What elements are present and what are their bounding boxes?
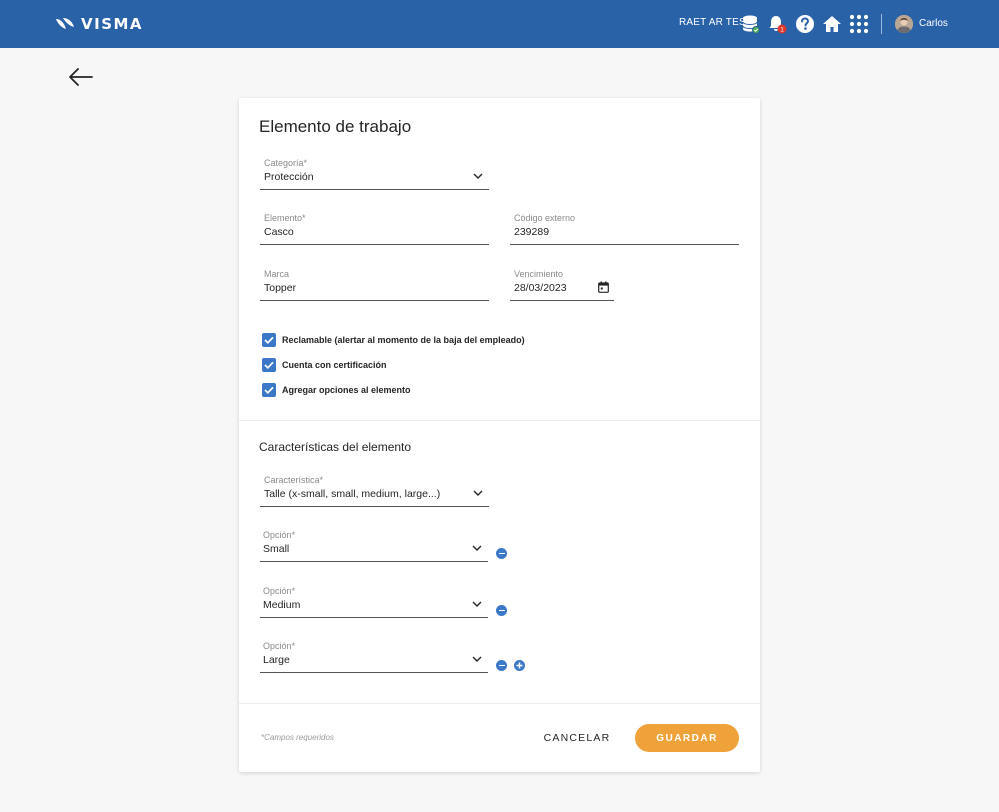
plus-icon	[516, 662, 523, 669]
option-label: Opción*	[263, 586, 296, 596]
database-icon[interactable]	[740, 13, 762, 35]
visma-logo-icon	[56, 18, 74, 29]
chevron-down-icon	[472, 545, 482, 551]
arrow-left-icon	[69, 68, 93, 86]
apps-grid-icon[interactable]	[848, 13, 870, 35]
option-label: Opción*	[263, 530, 296, 540]
header-divider	[881, 14, 882, 34]
checkmark-icon	[264, 336, 274, 344]
chevron-down-icon	[472, 656, 482, 662]
expiry-label: Vencimiento	[514, 269, 564, 279]
chevron-down-icon	[473, 490, 483, 496]
characteristic-value: Talle (x-small, small, medium, large...)	[264, 488, 441, 500]
cancel-button[interactable]: CANCELAR	[539, 726, 615, 750]
back-button[interactable]	[68, 66, 94, 88]
add-options-checkbox-row[interactable]: Agregar opciones al elemento	[262, 383, 411, 397]
option-value: Medium	[263, 599, 301, 611]
category-label: Categoría*	[264, 158, 308, 168]
help-icon[interactable]	[794, 13, 816, 35]
add-options-checkbox[interactable]	[262, 383, 276, 397]
external-code-value: 239289	[514, 226, 550, 238]
minus-icon	[498, 609, 505, 612]
checkmark-icon	[264, 361, 274, 369]
form-title: Elemento de trabajo	[259, 117, 412, 136]
brand-field[interactable]: Marca Topper	[260, 269, 489, 301]
category-select[interactable]: Categoría* Protección	[260, 158, 489, 190]
user-avatar-icon	[895, 15, 913, 33]
user-avatar[interactable]	[895, 15, 913, 33]
remove-option-button[interactable]	[496, 660, 507, 671]
remove-option-button[interactable]	[496, 605, 507, 616]
option-select-large[interactable]: Opción* Large	[260, 641, 488, 673]
home-icon[interactable]	[821, 13, 843, 35]
certification-checkbox[interactable]	[262, 358, 276, 372]
characteristic-select[interactable]: Característica* Talle (x-small, small, m…	[260, 475, 489, 507]
certification-checkbox-row[interactable]: Cuenta con certificación	[262, 358, 387, 372]
option-select-small[interactable]: Opción* Small	[260, 530, 488, 562]
claimable-checkbox-label: Reclamable (alertar al momento de la baj…	[282, 335, 525, 345]
required-fields-note: *Campos requeridos	[261, 733, 334, 742]
option-value: Large	[263, 654, 290, 666]
external-code-field[interactable]: Código externo 239289	[510, 213, 739, 245]
chevron-down-icon	[473, 173, 483, 179]
minus-icon	[498, 664, 505, 667]
option-select-medium[interactable]: Opción* Medium	[260, 586, 488, 618]
footer-divider	[239, 703, 760, 704]
claimable-checkbox-row[interactable]: Reclamable (alertar al momento de la baj…	[262, 333, 525, 347]
remove-option-button[interactable]	[496, 548, 507, 559]
characteristics-section-title: Características del elemento	[259, 440, 412, 454]
external-code-label: Código externo	[514, 213, 576, 223]
characteristic-label: Característica*	[264, 475, 324, 485]
category-value: Protección	[264, 171, 314, 183]
add-option-button[interactable]	[514, 660, 525, 671]
section-divider	[239, 420, 760, 421]
brand-value: Topper	[264, 282, 297, 294]
checkmark-icon	[264, 386, 274, 394]
save-button[interactable]: GUARDAR	[635, 724, 739, 752]
calendar-icon[interactable]	[598, 281, 609, 293]
notification-count: 1	[780, 27, 784, 34]
expiry-date-field[interactable]: Vencimiento 28/03/2023	[510, 269, 614, 301]
element-label: Elemento*	[264, 213, 306, 223]
chevron-down-icon	[472, 601, 482, 607]
visma-logo[interactable]: VISMA	[55, 15, 143, 33]
add-options-checkbox-label: Agregar opciones al elemento	[282, 385, 411, 395]
minus-icon	[498, 552, 505, 555]
expiry-value: 28/03/2023	[514, 282, 567, 294]
claimable-checkbox[interactable]	[262, 333, 276, 347]
user-name[interactable]: Carlos	[919, 18, 948, 29]
work-element-form-card: Elemento de trabajo Categoría* Protecció…	[239, 98, 760, 772]
option-value: Small	[263, 543, 290, 555]
element-field[interactable]: Elemento* Casco	[260, 213, 489, 245]
element-value: Casco	[264, 226, 294, 238]
brand-name: VISMA	[81, 15, 144, 33]
notifications-bell-icon[interactable]: 1	[766, 13, 788, 35]
option-label: Opción*	[263, 641, 296, 651]
top-bar: VISMA RAET AR TEST 1 Carlos	[0, 0, 999, 48]
certification-checkbox-label: Cuenta con certificación	[282, 360, 387, 370]
brand-label: Marca	[264, 269, 290, 279]
